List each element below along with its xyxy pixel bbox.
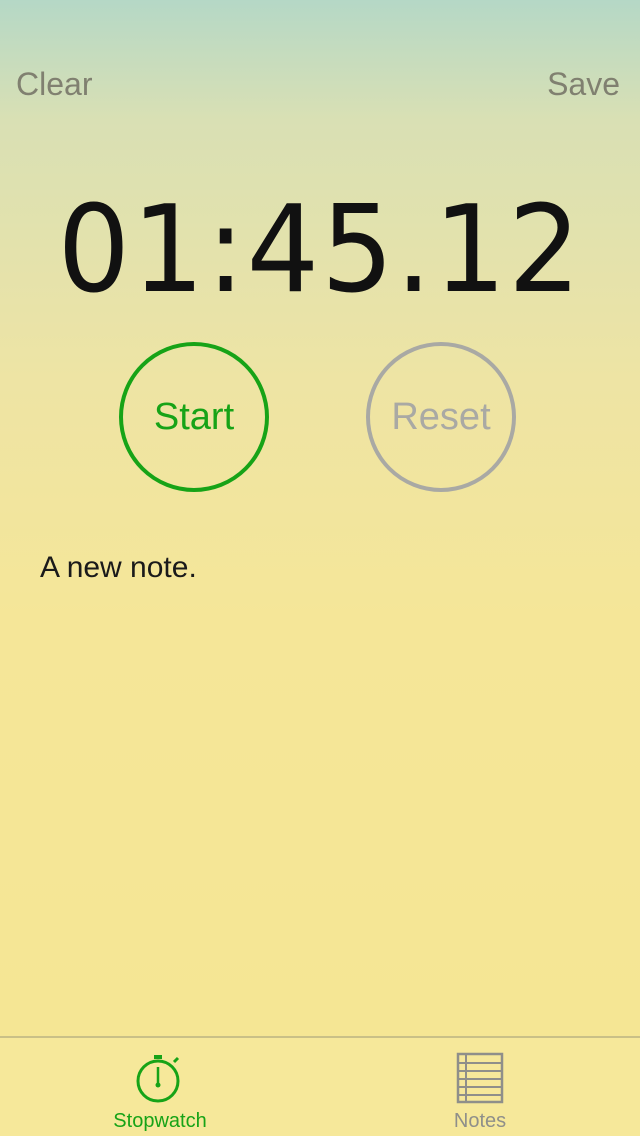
start-button[interactable]: Start <box>119 342 269 492</box>
tab-bar: Stopwatch Notes <box>0 1036 640 1136</box>
note-text[interactable]: A new note. <box>40 548 600 588</box>
notes-icon <box>456 1052 504 1104</box>
tab-stopwatch-label: Stopwatch <box>113 1110 207 1132</box>
tab-notes[interactable]: Notes <box>320 1038 640 1136</box>
save-button[interactable]: Save <box>547 62 620 106</box>
tab-stopwatch[interactable]: Stopwatch <box>0 1038 320 1136</box>
start-button-label: Start <box>153 395 235 438</box>
reset-button[interactable]: Reset <box>366 342 516 492</box>
reset-button-label: Reset <box>391 395 491 438</box>
clear-button[interactable]: Clear <box>16 62 92 106</box>
stopwatch-icon <box>136 1055 180 1103</box>
stopwatch-time-display: 01:45.12 <box>57 181 583 320</box>
tab-notes-label: Notes <box>453 1110 507 1132</box>
